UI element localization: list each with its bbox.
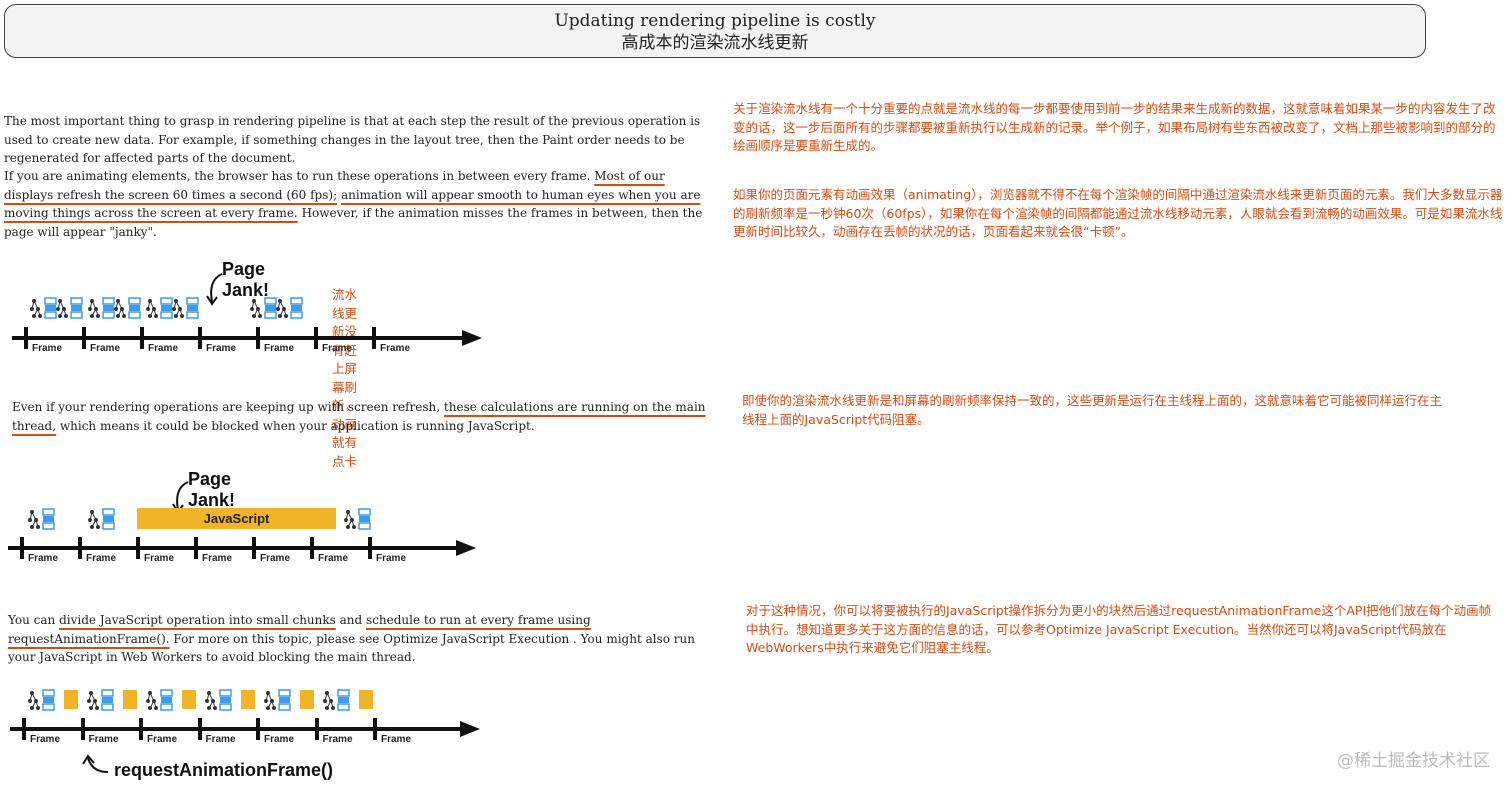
section2-en-b: which means it could be blocked when you… bbox=[56, 418, 535, 433]
pipeline-icon bbox=[344, 508, 371, 530]
diagram1-frame-label: Frame bbox=[380, 343, 411, 354]
diagram3-tick bbox=[80, 718, 85, 740]
pipeline-icon bbox=[205, 689, 232, 711]
section2-en-a: Even if your rendering operations are ke… bbox=[12, 400, 444, 414]
pipeline-icon bbox=[28, 508, 55, 530]
section3-en-a: You can bbox=[8, 613, 60, 627]
pipeline-icon bbox=[56, 297, 83, 319]
diagram3-tick bbox=[197, 718, 202, 740]
title-en: Updating rendering pipeline is costly bbox=[554, 11, 876, 31]
diagram3-tick bbox=[22, 718, 26, 740]
js-chunk bbox=[182, 690, 196, 709]
diagram3-arrowhead bbox=[460, 721, 480, 737]
diagram3-tick bbox=[373, 718, 377, 740]
diagram3-frame-label: Frame bbox=[88, 734, 119, 745]
diagram2-tick bbox=[194, 537, 198, 559]
diagram2-frame-label: Frame bbox=[318, 553, 349, 564]
pipeline-icon bbox=[87, 689, 114, 711]
diagram3-frame-label: Frame bbox=[205, 734, 236, 745]
diagram1-tick bbox=[372, 327, 376, 349]
diagram2-tick bbox=[368, 537, 372, 559]
diagram2-tick bbox=[310, 537, 314, 559]
diagram2-frame-label: Frame bbox=[260, 553, 291, 564]
pipeline-icon bbox=[323, 689, 350, 711]
diagram1-axis bbox=[12, 336, 464, 340]
diagram2-js-bar: JavaScript bbox=[137, 508, 336, 529]
section1-en-p2-a: If you are animating elements, the brows… bbox=[4, 169, 595, 183]
diagram2-js-label: JavaScript bbox=[203, 511, 270, 526]
diagram3-tick bbox=[139, 718, 143, 740]
diagram3-frame-label: Frame bbox=[147, 734, 178, 745]
section3-zh: 对于这种情况，你可以将要被执行的JavaScript操作拆分为更小的块然后通过r… bbox=[746, 603, 1492, 655]
diagram2-arrowhead bbox=[456, 540, 476, 556]
section2-en: Even if your rendering operations are ke… bbox=[12, 398, 722, 435]
diagram1-arrowhead bbox=[462, 330, 482, 346]
diagram1-frame-label: Frame bbox=[90, 343, 121, 354]
diagram1-frame-label: Frame bbox=[322, 343, 353, 354]
diagram1-frame-label: Frame bbox=[148, 343, 179, 354]
diagram1-tick bbox=[140, 327, 144, 349]
js-chunk bbox=[64, 690, 78, 709]
js-chunk bbox=[300, 690, 314, 709]
diagram3-tick bbox=[314, 718, 319, 740]
pipeline-icon bbox=[88, 297, 115, 319]
diagram3-frame-label: Frame bbox=[381, 734, 412, 745]
diagram1-jank-arrow bbox=[206, 273, 223, 306]
js-chunk bbox=[359, 690, 373, 709]
pipeline-icon bbox=[276, 297, 303, 319]
section3-en: You can divide JavaScript operation into… bbox=[8, 611, 724, 667]
diagram2-tick bbox=[136, 537, 140, 559]
diagram2-axis bbox=[8, 546, 458, 550]
pipeline-icon bbox=[172, 297, 199, 319]
diagram1-frame-label: Frame bbox=[32, 343, 63, 354]
diagram2-frame-label: Frame bbox=[202, 553, 233, 564]
diagram1-tick bbox=[314, 327, 318, 349]
diagram3-frame-label: Frame bbox=[322, 734, 353, 745]
diagram1-tick bbox=[24, 327, 28, 349]
diagram3-raf-label: requestAnimationFrame() bbox=[114, 760, 334, 780]
section3-en-underline1: divide JavaScript operation into small c… bbox=[59, 613, 336, 627]
diagram2-frame-label: Frame bbox=[376, 553, 407, 564]
diagram1-frame-label: Frame bbox=[264, 343, 295, 354]
js-chunk bbox=[123, 690, 137, 709]
section2-zh: 即使你的渲染流水线更新是和屏幕的刷新频率保持一致的，这些更新是运行在主线程上面的… bbox=[742, 393, 1443, 427]
pipeline-icon bbox=[264, 689, 291, 711]
section3-en-b: and bbox=[335, 613, 367, 627]
diagram1-frame-label: Frame bbox=[206, 343, 237, 354]
title-box: Updating rendering pipeline is costly 高成… bbox=[4, 4, 1426, 58]
pipeline-icon bbox=[88, 508, 115, 530]
diagram2-frame-label: Frame bbox=[144, 553, 175, 564]
diagram2-frame-label: Frame bbox=[86, 553, 117, 564]
diagram2-tick bbox=[252, 537, 256, 559]
diagram3-tick bbox=[256, 718, 260, 740]
diagram1-tick bbox=[198, 327, 202, 349]
diagram1-tick bbox=[256, 327, 260, 349]
pipeline-icon bbox=[30, 297, 57, 319]
pipeline-icon bbox=[250, 297, 277, 319]
section1-en-p2: If you are animating elements, the brows… bbox=[4, 167, 704, 241]
watermark: @稀土掘金技术社区 bbox=[1337, 751, 1490, 771]
diagram3-frame-label: Frame bbox=[264, 734, 295, 745]
pipeline-icon bbox=[114, 297, 141, 319]
diagram2-frame-label: Frame bbox=[28, 553, 59, 564]
diagram3-raf-arrow bbox=[82, 754, 109, 773]
pipeline-icon bbox=[146, 297, 173, 319]
pipeline-icon bbox=[146, 689, 173, 711]
diagram1-note: 流水线更新没有赶上屏幕刷新，动画就有点卡 bbox=[332, 287, 358, 469]
pipeline-icon bbox=[28, 689, 55, 711]
diagram3-frame-label: Frame bbox=[30, 734, 61, 745]
diagram1-tick bbox=[82, 327, 86, 349]
section1-zh-p1: 关于渲染流水线有一个十分重要的点就是流水线的每一步都要使用到前一步的结果来生成新… bbox=[733, 101, 1496, 153]
diagram3-axis bbox=[10, 727, 462, 731]
js-chunk bbox=[241, 690, 255, 709]
title-zh: 高成本的渲染流水线更新 bbox=[621, 33, 809, 53]
section1-zh-p2: 如果你的页面元素有动画效果（animating），浏览器就不得不在每个渲染帧的间… bbox=[733, 187, 1503, 239]
diagram2-tick bbox=[20, 537, 24, 559]
diagram2-tick bbox=[78, 537, 82, 559]
section1-en-p1: The most important thing to grasp in ren… bbox=[4, 114, 701, 165]
